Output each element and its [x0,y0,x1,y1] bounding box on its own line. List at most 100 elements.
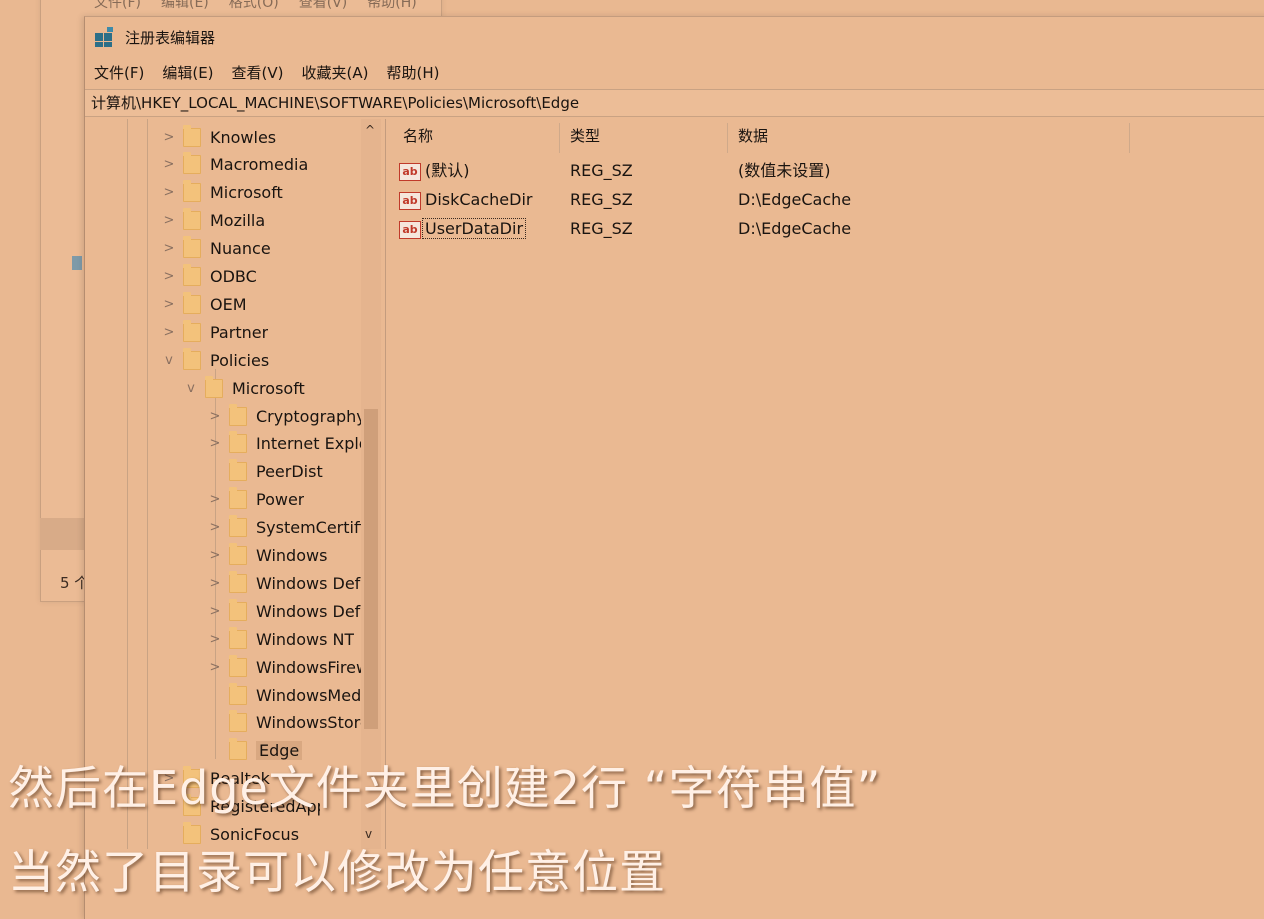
folder-icon [183,208,201,231]
tree-item[interactable]: WindowsMediaPlayer [209,682,366,707]
background-menu-item: 文件(F) [94,0,141,11]
background-icon [72,256,82,270]
title-bar[interactable]: 注册表编辑器 [85,17,1264,57]
tree-item[interactable]: > Windows [209,543,328,568]
scroll-thumb[interactable] [364,409,378,729]
chevron-down-icon[interactable]: v [185,381,197,396]
tree-item[interactable]: WindowsStore [209,710,366,735]
folder-icon [229,598,247,621]
chevron-right-icon[interactable]: > [163,130,175,145]
tree-item[interactable]: > Power [209,487,304,512]
folder-icon [183,152,201,175]
value-data: (数值未设置) [738,161,831,180]
string-value-icon: ab [399,192,421,210]
tree-item[interactable]: > Knowles [163,124,276,149]
tree-item[interactable]: > Cryptography [209,403,366,428]
tree-item[interactable]: > OEM [163,291,247,316]
chevron-right-icon[interactable]: > [209,548,221,563]
tree-item-label: OEM [210,294,247,314]
tree-scrollbar[interactable]: ^ v [361,119,381,849]
key-tree: > Knowles > Macromedia > Microsoft > Mozilla > Nu… [85,119,386,849]
column-type[interactable]: 类型 [570,119,600,153]
chevron-right-icon[interactable]: > [209,576,221,591]
chevron-right-icon[interactable]: > [209,632,221,647]
address-bar[interactable]: 计算机\HKEY_LOCAL_MACHINE\SOFTWARE\Policies… [85,89,1264,117]
folder-icon [229,570,247,593]
tree-item[interactable]: > Macromedia [163,152,309,177]
folder-icon [183,347,201,370]
tree-item[interactable]: > Nuance [163,236,271,261]
tree-item[interactable]: > Microsoft [163,180,283,205]
tree-item[interactable]: > WindowsFirewall [209,654,366,679]
folder-icon [205,375,223,398]
tree-item-label: Mozilla [210,211,266,231]
folder-icon [229,431,247,454]
value-name: (默认) [425,161,470,180]
tree-item[interactable]: PeerDist [209,459,323,484]
tree-item-label: SystemCertificates [256,518,366,538]
folder-icon [229,682,247,705]
tree-item[interactable]: > Partner [163,319,269,344]
value-row[interactable]: ab UserDataDir REG_SZ D:\EdgeCache [393,215,1253,243]
chevron-right-icon[interactable]: > [163,241,175,256]
folder-icon [229,710,247,733]
tree-item-label: WindowsStore [256,713,366,733]
regedit-icon [95,27,115,47]
menu-view[interactable]: 查看(V) [223,61,293,85]
scroll-up-icon[interactable]: ^ [365,123,375,137]
chevron-right-icon[interactable]: > [209,492,221,507]
chevron-right-icon[interactable]: > [163,157,175,172]
string-value-icon: ab [399,221,421,239]
menu-edit[interactable]: 编辑(E) [153,61,222,85]
chevron-right-icon[interactable]: > [163,213,175,228]
folder-icon [229,459,247,482]
column-data[interactable]: 数据 [738,119,768,153]
chevron-right-icon[interactable]: > [209,436,221,451]
folder-icon [229,403,247,426]
tree-item[interactable]: > Windows NT [209,626,355,651]
background-statusbar [40,518,84,550]
folder-icon [229,515,247,538]
tree-item-label: Windows Defender [256,573,366,593]
tree-item[interactable]: > ODBC [163,264,257,289]
folder-icon [229,487,247,510]
tree-item[interactable]: v Microsoft [185,375,305,400]
chevron-right-icon[interactable]: > [209,660,221,675]
folder-icon [229,543,247,565]
value-name: DiskCacheDir [425,190,533,209]
tree-item[interactable]: > Windows Defender [209,598,366,623]
tree-item-label: Internet Explorer [256,434,366,454]
tree-item-label: Windows [256,546,328,565]
menu-favorites[interactable]: 收藏夹(A) [293,61,378,85]
background-menu-item: 格式(O) [228,0,279,11]
chevron-right-icon[interactable]: > [209,409,221,424]
menu-file[interactable]: 文件(F) [85,61,153,85]
tree-item-label: Macromedia [210,155,309,175]
tree-item-label: WindowsFirewall [256,657,366,677]
tree-item-label: Nuance [210,239,271,259]
chevron-right-icon[interactable]: > [163,297,175,312]
chevron-down-icon[interactable]: v [163,353,175,368]
column-name[interactable]: 名称 [403,119,433,153]
tree-item[interactable]: > SystemCertificates [209,515,366,540]
background-menu-item: 查看(V) [298,0,348,11]
tree-item-label: Partner [210,322,269,342]
menu-help[interactable]: 帮助(H) [377,61,448,85]
value-row[interactable]: ab (默认) REG_SZ (数值未设置) [393,157,1253,185]
chevron-right-icon[interactable]: > [163,269,175,284]
value-row[interactable]: ab DiskCacheDir REG_SZ D:\EdgeCache [393,186,1253,214]
chevron-right-icon[interactable]: > [209,520,221,535]
folder-icon [183,291,201,314]
value-data: D:\EdgeCache [738,190,852,209]
chevron-right-icon[interactable]: > [163,185,175,200]
tree-item-label: Windows Defender [256,601,366,621]
tree-item[interactable]: > Windows Defender [209,570,366,595]
chevron-right-icon[interactable]: > [163,325,175,340]
chevron-right-icon[interactable]: > [209,604,221,619]
tree-item[interactable]: v Policies [163,347,269,372]
subtitle-line: 然后在Edge文件夹里创建2行 “字符串值” [8,761,882,815]
tree-item[interactable]: > Mozilla [163,208,266,233]
tree-item[interactable]: > Internet Explorer [209,431,366,456]
tree-connector [209,717,221,729]
tree-item-label: Windows NT [256,629,355,649]
